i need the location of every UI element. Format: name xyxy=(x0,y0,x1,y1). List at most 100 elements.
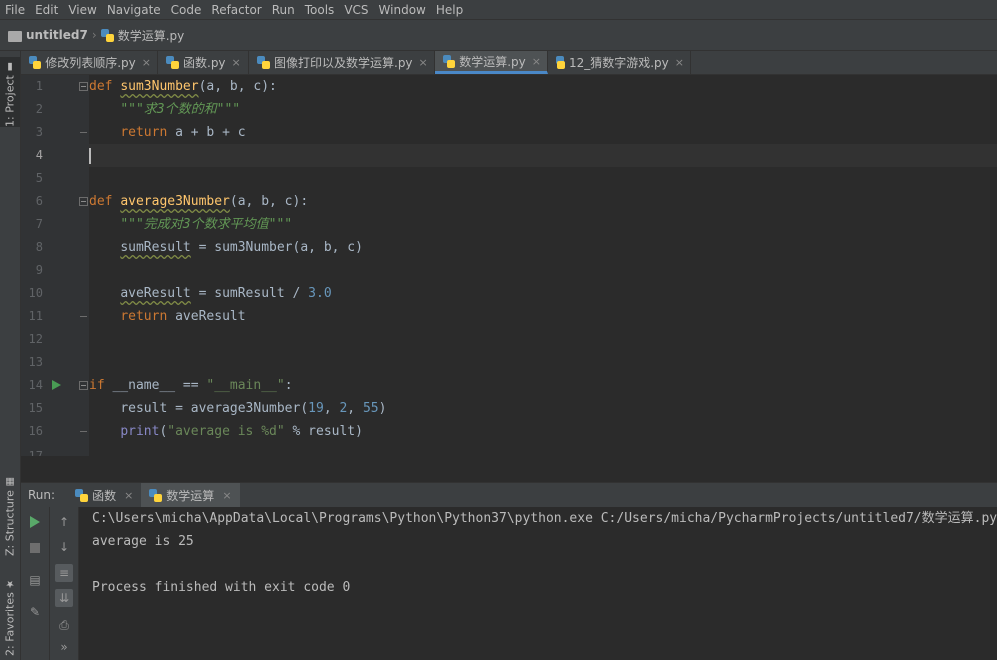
line-number: 1 xyxy=(35,79,43,93)
function-name: sum3Number xyxy=(120,79,199,94)
python-file-icon xyxy=(29,56,42,69)
code-line-2: """求3个数的和""" xyxy=(89,98,997,121)
close-icon[interactable]: × xyxy=(232,56,241,69)
printer-icon: ⎙ xyxy=(59,617,69,632)
python-file-icon xyxy=(556,56,565,69)
project-tool-tab[interactable]: 1: Project ▮ xyxy=(0,57,20,127)
code-line-4-current xyxy=(89,144,997,167)
code-text: __name__ == xyxy=(104,378,207,393)
line-number: 7 xyxy=(35,217,43,231)
rerun-button[interactable] xyxy=(26,513,44,531)
python-file-icon xyxy=(75,488,89,502)
line-number: 16 xyxy=(28,424,43,438)
run-tab-1[interactable]: 函数 × xyxy=(67,483,141,507)
python-file-icon xyxy=(166,56,179,69)
menu-window[interactable]: Window xyxy=(374,3,431,17)
menu-vcs[interactable]: VCS xyxy=(339,3,373,17)
close-icon[interactable]: × xyxy=(222,489,231,502)
code-text: ) xyxy=(378,401,387,416)
fold-end-icon[interactable] xyxy=(79,312,88,321)
project-folder-icon: ▮ xyxy=(4,61,16,73)
close-icon[interactable]: × xyxy=(124,489,133,502)
fold-collapse-icon[interactable] xyxy=(79,381,88,390)
code-line-1: def sum3Number(a, b, c): xyxy=(89,75,997,98)
structure-tool-tab[interactable]: Z: Structure ▦ xyxy=(0,476,20,556)
scroll-to-end-button[interactable]: ⇊ xyxy=(55,589,73,607)
close-icon[interactable]: × xyxy=(675,56,684,69)
code-text: , xyxy=(347,401,363,416)
builtin-function: print xyxy=(120,424,160,439)
menu-tools[interactable]: Tools xyxy=(300,3,340,17)
structure-icon: ▦ xyxy=(4,476,16,488)
fold-collapse-icon[interactable] xyxy=(79,197,88,206)
line-number: 17 xyxy=(28,449,43,456)
run-tab-label: 函数 xyxy=(92,488,117,503)
print-button[interactable]: ⎙ xyxy=(55,616,73,634)
code-text: % result) xyxy=(284,424,363,439)
editor-tab-4-active[interactable]: 数学运算.py × xyxy=(435,51,548,74)
fold-collapse-icon[interactable] xyxy=(79,82,88,91)
breadcrumb-file[interactable]: 数学运算.py xyxy=(100,27,185,44)
code-line-16: print("average is %d" % result) xyxy=(89,420,997,443)
variable-name: sumResult xyxy=(120,240,191,255)
stop-button[interactable] xyxy=(26,539,44,557)
line-number: 15 xyxy=(28,401,43,415)
editor-tab-5[interactable]: 12_猜数字游戏.py × xyxy=(548,51,691,74)
scroll-to-end-icon: ⇊ xyxy=(58,591,70,605)
restore-layout-button[interactable]: ▤ xyxy=(26,571,44,589)
more-actions-button[interactable]: » xyxy=(55,638,73,656)
editor-tab-label: 图像打印以及数学运算.py xyxy=(274,56,413,70)
favorites-tool-tab[interactable]: 2: Favorites ★ xyxy=(0,571,20,656)
code-text: : xyxy=(284,378,293,393)
variable-name: aveResult xyxy=(120,286,191,301)
scroll-up-button[interactable]: ↑ xyxy=(55,513,73,531)
menu-refactor[interactable]: Refactor xyxy=(206,3,266,17)
folder-icon xyxy=(8,30,22,42)
fold-end-icon[interactable] xyxy=(79,128,88,137)
python-file-icon xyxy=(257,56,270,69)
editor-gutter[interactable]: 1 2 3 4 5 6 7 8 9 10 11 12 13 14 15 16 1… xyxy=(21,75,105,456)
run-tab-2-active[interactable]: 数学运算 × xyxy=(141,483,240,507)
line-number: 4 xyxy=(35,148,43,162)
code-editor[interactable]: def sum3Number(a, b, c): """求3个数的和""" re… xyxy=(89,75,997,456)
python-file-icon xyxy=(443,54,456,68)
menu-navigate[interactable]: Navigate xyxy=(102,3,166,17)
editor-tab-3[interactable]: 图像打印以及数学运算.py × xyxy=(249,51,435,74)
keyword: return xyxy=(120,125,168,140)
line-number: 14 xyxy=(28,378,43,392)
code-line-11: return aveResult xyxy=(89,305,997,328)
run-arrow-icon[interactable] xyxy=(52,380,61,390)
run-console[interactable]: C:\Users\micha\AppData\Local\Programs\Py… xyxy=(79,507,997,660)
editor-tab-1[interactable]: 修改列表顺序.py × xyxy=(21,51,158,74)
chevron-double-right-icon: » xyxy=(60,640,68,654)
menu-file[interactable]: File xyxy=(0,3,30,17)
code-line-14: if __name__ == "__main__": xyxy=(89,374,997,397)
close-icon[interactable]: × xyxy=(419,56,428,69)
code-text: aveResult xyxy=(167,309,246,324)
menu-view[interactable]: View xyxy=(63,3,101,17)
breadcrumb-project[interactable]: untitled7 xyxy=(8,28,88,42)
text-caret xyxy=(89,147,91,164)
scroll-down-button[interactable]: ↓ xyxy=(55,538,73,556)
run-panel-label: Run: xyxy=(28,488,56,502)
code-text: result = average3Number( xyxy=(120,401,309,416)
pin-tab-button[interactable]: ✎ xyxy=(26,603,44,621)
run-toolbar-primary: ▤ ✎ xyxy=(21,507,50,660)
line-number: 12 xyxy=(28,332,43,346)
menu-bar: File Edit View Navigate Code Refactor Ru… xyxy=(0,0,997,20)
menu-code[interactable]: Code xyxy=(166,3,207,17)
close-icon[interactable]: × xyxy=(142,56,151,69)
menu-help[interactable]: Help xyxy=(431,3,468,17)
close-icon[interactable]: × xyxy=(532,55,541,68)
code-line-6: def average3Number(a, b, c): xyxy=(89,190,997,213)
menu-edit[interactable]: Edit xyxy=(30,3,63,17)
menu-run[interactable]: Run xyxy=(267,3,300,17)
line-number: 11 xyxy=(28,309,43,323)
breadcrumb-file-label: 数学运算.py xyxy=(117,28,185,43)
line-number: 13 xyxy=(28,355,43,369)
line-number: 6 xyxy=(35,194,43,208)
fold-end-icon[interactable] xyxy=(79,427,88,436)
editor-tab-2[interactable]: 函数.py × xyxy=(158,51,249,74)
soft-wrap-button[interactable]: ≡ xyxy=(55,564,73,582)
line-number: 5 xyxy=(35,171,43,185)
